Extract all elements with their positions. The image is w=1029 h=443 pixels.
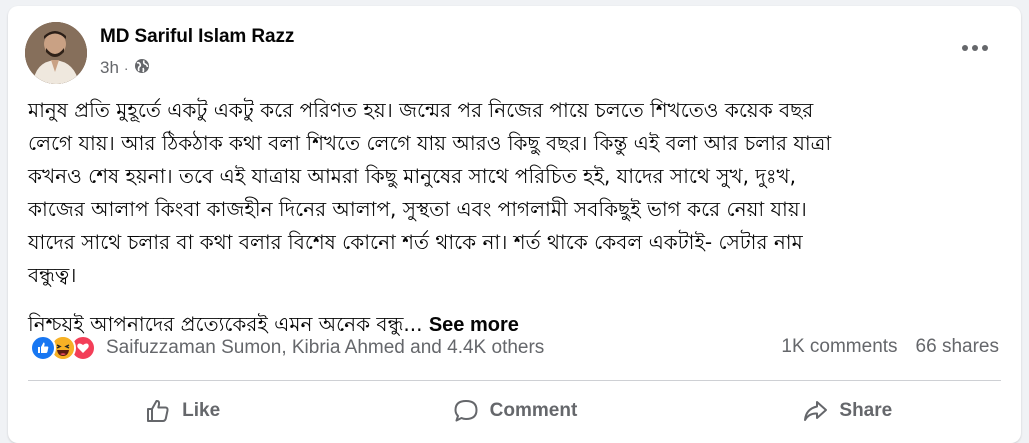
thumbs-up-icon [147,399,169,422]
divider [28,380,1001,381]
post-line: যাদের সাথে চলার বা কথা বলার বিশেষ কোনো শ… [28,230,803,254]
post-time[interactable]: 3h [100,58,119,78]
comment-button[interactable]: Comment [348,388,680,434]
comment-bubble-icon [454,400,478,422]
reaction-icons [30,335,96,361]
post-line: কখনও শেষ হয়না। তবে এই যাত্রায় আমরা কিছ… [28,164,796,188]
share-label: Share [839,400,893,421]
post-line: লেগে যায়। আর ঠিকঠাক কথা বলা শিখতে লেগে … [28,131,832,155]
like-label: Like [182,400,221,421]
author-avatar[interactable] [25,22,87,84]
shares-count[interactable]: 66 shares [916,336,999,358]
post-meta: 3h · [100,57,150,79]
post-text: মানুষ প্রতি মুহূর্তে একটু একটু করে পরিণত… [28,94,1008,342]
post-card: MD Sariful Islam Razz 3h · মানুষ প্রতি ম… [8,6,1021,443]
engagement-stats: 1K comments 66 shares [781,336,999,358]
like-button[interactable]: Like [16,388,348,434]
more-dots-icon [962,45,988,51]
post-actions: Like Comment Share [16,388,1013,434]
avatar-photo [25,22,87,84]
like-reaction-icon [30,335,56,361]
post-line: কাজের আলাপ কিংবা কাজহীন দিনের আলাপ, সুস্… [28,197,807,221]
globe-icon[interactable] [134,58,150,79]
comments-count[interactable]: 1K comments [781,336,897,358]
meta-separator: · [123,60,129,76]
share-arrow-icon [804,401,828,421]
comment-label: Comment [489,400,578,421]
more-options-button[interactable] [955,34,995,62]
reactors-text[interactable]: Saifuzzaman Sumon, Kibria Ahmed and 4.4K… [106,337,544,359]
post-line: বন্ধুত্ব। [28,263,77,287]
post-line: মানুষ প্রতি মুহূর্তে একটু একটু করে পরিণত… [28,98,814,122]
author-name[interactable]: MD Sariful Islam Razz [100,26,294,48]
post-paragraph-1: মানুষ প্রতি মুহূর্তে একটু একটু করে পরিণত… [28,94,1008,292]
share-button[interactable]: Share [681,388,1013,434]
reaction-summary[interactable]: Saifuzzaman Sumon, Kibria Ahmed and 4.4K… [30,333,544,363]
